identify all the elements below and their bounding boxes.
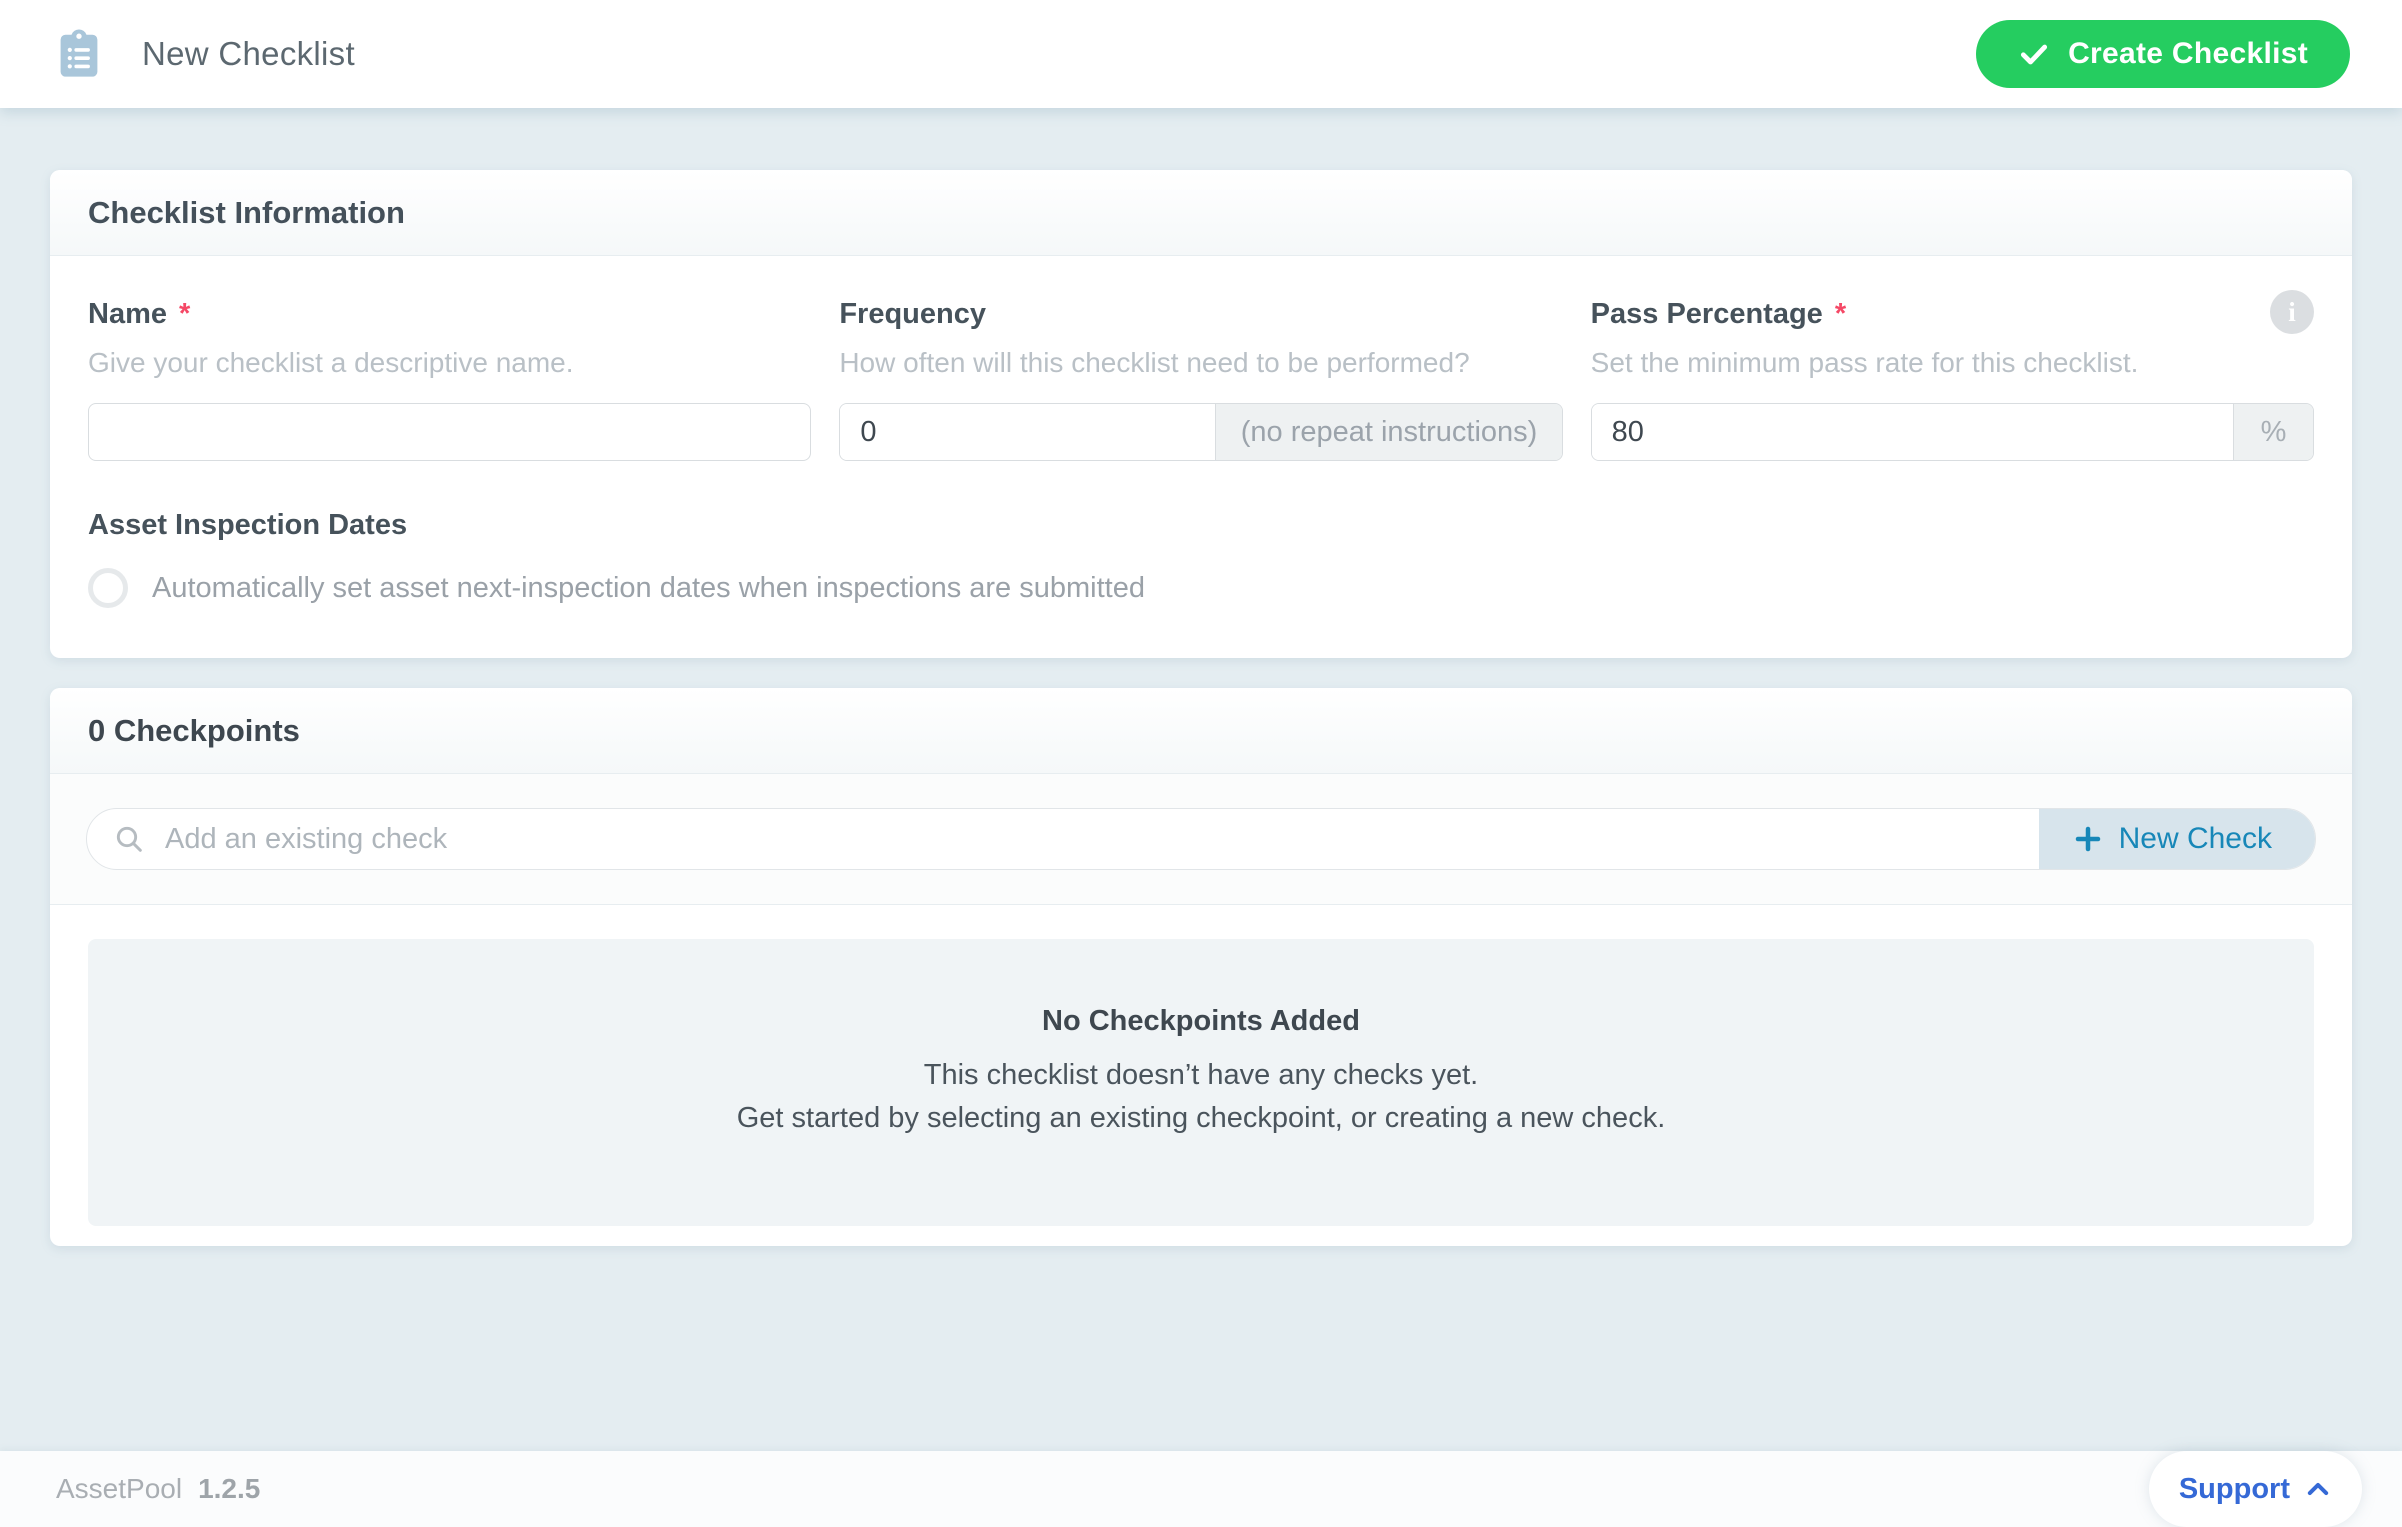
footer-version: 1.2.5	[198, 1473, 260, 1505]
frequency-hint: How often will this checklist need to be…	[839, 347, 1562, 379]
name-input[interactable]	[88, 403, 811, 461]
asset-inspection-dates-label: Asset Inspection Dates	[88, 509, 2314, 542]
pass-percentage-input[interactable]	[1592, 404, 2233, 460]
empty-state-panel: No Checkpoints Added This checklist does…	[88, 939, 2314, 1226]
plus-icon	[2073, 824, 2103, 854]
empty-state-line2: Get started by selecting an existing che…	[128, 1097, 2274, 1140]
frequency-input[interactable]	[840, 404, 1215, 460]
checklist-information-header: Checklist Information	[50, 170, 2352, 256]
search-pill: New Check	[86, 808, 2316, 870]
create-checklist-button[interactable]: Create Checklist	[1976, 20, 2350, 88]
frequency-label: Frequency	[839, 298, 1562, 331]
form-fields-row: Name * Give your checklist a descriptive…	[88, 298, 2314, 461]
frequency-addon: (no repeat instructions)	[1215, 404, 1561, 460]
create-checklist-label: Create Checklist	[2068, 37, 2308, 71]
page-title: New Checklist	[142, 35, 355, 73]
new-check-label: New Check	[2119, 822, 2272, 856]
new-check-button[interactable]: New Check	[2039, 808, 2316, 870]
pass-percentage-label: Pass Percentage *	[1591, 298, 2314, 331]
name-required-asterisk: *	[179, 298, 190, 331]
checklist-information-card: Checklist Information Name * Give your c…	[50, 170, 2352, 658]
add-existing-check-input[interactable]	[145, 809, 2039, 869]
checkpoints-header: 0 Checkpoints	[50, 688, 2352, 774]
footer: AssetPool 1.2.5 Support	[0, 1451, 2402, 1527]
pass-percentage-label-text: Pass Percentage	[1591, 298, 1823, 331]
chevron-up-icon	[2304, 1475, 2332, 1503]
frequency-input-group: (no repeat instructions)	[839, 403, 1562, 461]
top-bar: New Checklist Create Checklist	[0, 0, 2402, 108]
checkpoints-search-row: New Check	[50, 774, 2352, 905]
pass-percentage-input-group: %	[1591, 403, 2314, 461]
support-label: Support	[2179, 1473, 2290, 1506]
radio-option-label: Automatically set asset next-inspection …	[152, 572, 1145, 605]
checkpoints-title: 0 Checkpoints	[88, 713, 300, 749]
checkmark-icon	[2018, 38, 2050, 70]
name-field-group: Name * Give your checklist a descriptive…	[88, 298, 811, 461]
checkpoints-card: 0 Checkpoints	[50, 688, 2352, 1246]
name-label: Name *	[88, 298, 811, 331]
radio-button[interactable]	[88, 568, 128, 608]
main-content: Checklist Information Name * Give your c…	[0, 108, 2402, 1451]
pass-percentage-required-asterisk: *	[1835, 298, 1846, 331]
percent-suffix: %	[2233, 404, 2313, 460]
frequency-label-text: Frequency	[839, 298, 986, 331]
checklist-information-body: Name * Give your checklist a descriptive…	[50, 256, 2352, 658]
pass-percentage-field-group: Pass Percentage * i Set the minimum pass…	[1591, 298, 2314, 461]
footer-app-name: AssetPool	[56, 1473, 182, 1505]
name-hint: Give your checklist a descriptive name.	[88, 347, 811, 379]
support-link[interactable]: Support	[2149, 1451, 2362, 1527]
page: New Checklist Create Checklist Checklist…	[0, 0, 2402, 1527]
frequency-field-group: Frequency How often will this checklist …	[839, 298, 1562, 461]
empty-state-title: No Checkpoints Added	[128, 1005, 2274, 1038]
name-label-text: Name	[88, 298, 167, 331]
pass-percentage-hint: Set the minimum pass rate for this check…	[1591, 347, 2314, 379]
search-icon	[87, 809, 145, 869]
inspection-dates-radio-row[interactable]: Automatically set asset next-inspection …	[88, 568, 2314, 608]
empty-state-line1: This checklist doesn’t have any checks y…	[128, 1054, 2274, 1097]
checkpoints-body: No Checkpoints Added This checklist does…	[50, 905, 2352, 1246]
info-icon[interactable]: i	[2270, 290, 2314, 334]
checklist-information-title: Checklist Information	[88, 195, 405, 231]
checklist-clipboard-icon	[56, 28, 102, 80]
